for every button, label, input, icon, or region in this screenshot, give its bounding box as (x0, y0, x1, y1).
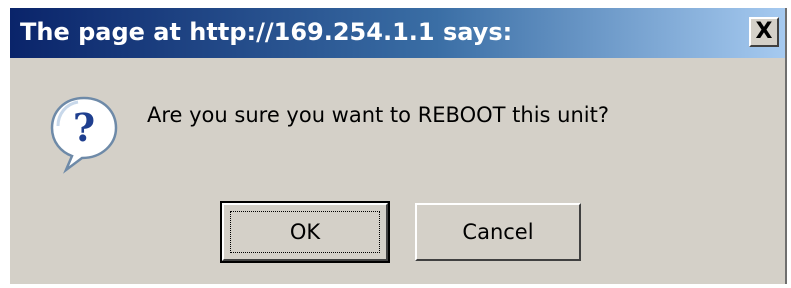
focus-ring (230, 211, 380, 253)
dialog-title: The page at http://169.254.1.1 says: (20, 18, 513, 46)
cancel-button[interactable]: Cancel (415, 203, 581, 261)
question-icon: ? (50, 96, 118, 174)
alert-dialog: The page at http://169.254.1.1 says: X ?… (10, 8, 787, 284)
close-button[interactable]: X (749, 17, 779, 47)
dialog-message: Are you sure you want to REBOOT this uni… (147, 103, 609, 127)
question-mark-glyph: ? (73, 105, 95, 150)
cancel-button-label: Cancel (462, 220, 534, 244)
ok-button[interactable]: OK (220, 201, 390, 263)
dialog-titlebar[interactable]: The page at http://169.254.1.1 says: X (10, 8, 785, 58)
close-icon: X (755, 19, 773, 44)
